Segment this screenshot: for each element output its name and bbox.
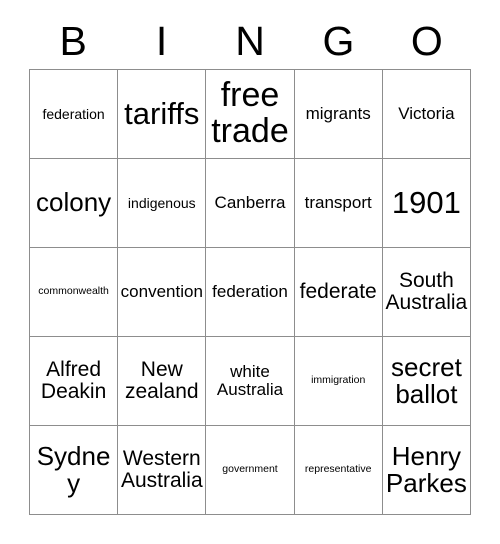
bingo-cell-label: South Australia xyxy=(385,268,468,314)
bingo-header-row: B I N G O xyxy=(29,14,471,69)
bingo-grid: federation tariffs free trade migrants V… xyxy=(29,69,471,515)
bingo-cell-r1c1[interactable]: federation xyxy=(30,70,119,159)
bingo-cell-label: government xyxy=(222,463,278,476)
bingo-cell-label: migrants xyxy=(305,104,371,124)
bingo-cell-label: free trade xyxy=(211,76,289,150)
bingo-cell-r3c2[interactable]: convention xyxy=(118,248,207,337)
bingo-cell-label: Western Australia xyxy=(120,446,203,492)
bingo-cell-r3c1[interactable]: commonwealth xyxy=(30,248,119,337)
bingo-cell-label: immigration xyxy=(311,374,366,387)
bingo-cell-label: convention xyxy=(120,282,203,302)
bingo-cell-label: tariffs xyxy=(124,95,200,131)
bingo-cell-r5c2[interactable]: Western Australia xyxy=(118,426,207,515)
bingo-cell-label: 1901 xyxy=(391,184,461,220)
bingo-cell-r5c3[interactable]: government xyxy=(206,426,295,515)
bingo-cell-label: commonwealth xyxy=(38,285,109,298)
bingo-cell-r2c2[interactable]: indigenous xyxy=(118,159,207,248)
bingo-card: B I N G O federation tariffs free trade … xyxy=(0,0,500,544)
bingo-cell-label: secret ballot xyxy=(390,351,462,409)
bingo-cell-label: Sydney xyxy=(36,440,111,498)
bingo-cell-label: transport xyxy=(304,193,372,213)
bingo-cell-r1c2[interactable]: tariffs xyxy=(118,70,207,159)
bingo-header-letter-g: G xyxy=(322,18,355,64)
bingo-cell-label: federate xyxy=(299,279,377,303)
bingo-cell-label: colony xyxy=(36,187,112,218)
bingo-cell-r4c1[interactable]: Alfred Deakin xyxy=(30,337,119,426)
bingo-cell-label: federation xyxy=(212,282,288,302)
bingo-cell-r5c1[interactable]: Sydney xyxy=(30,426,119,515)
bingo-cell-label: Victoria xyxy=(398,104,455,124)
bingo-cell-r1c3[interactable]: free trade xyxy=(206,70,295,159)
bingo-cell-label: Henry Parkes xyxy=(385,440,467,498)
bingo-cell-r4c2[interactable]: New zealand xyxy=(118,337,207,426)
bingo-cell-r3c4[interactable]: federate xyxy=(294,248,383,337)
bingo-header-letter-n: N xyxy=(235,18,265,64)
bingo-cell-r4c3[interactable]: white Australia xyxy=(206,337,295,426)
bingo-cell-label: representative xyxy=(304,463,372,476)
bingo-cell-r5c5[interactable]: Henry Parkes xyxy=(382,426,471,515)
bingo-cell-r1c4[interactable]: migrants xyxy=(294,70,383,159)
bingo-cell-r3c3[interactable]: federation xyxy=(206,248,295,337)
bingo-header-letter-i: I xyxy=(155,18,168,64)
bingo-cell-r2c4[interactable]: transport xyxy=(294,159,383,248)
bingo-header-letter-o: O xyxy=(410,18,443,64)
bingo-cell-label: Alfred Deakin xyxy=(40,357,107,403)
bingo-cell-label: federation xyxy=(42,105,105,122)
bingo-cell-r4c4[interactable]: immigration xyxy=(294,337,383,426)
bingo-cell-r4c5[interactable]: secret ballot xyxy=(382,337,471,426)
bingo-cell-r3c5[interactable]: South Australia xyxy=(382,248,471,337)
bingo-cell-label: indigenous xyxy=(127,194,196,211)
bingo-cell-r2c1[interactable]: colony xyxy=(30,159,119,248)
bingo-cell-r1c5[interactable]: Victoria xyxy=(382,70,471,159)
bingo-cell-r5c4[interactable]: representative xyxy=(294,426,383,515)
bingo-cell-r2c3[interactable]: Canberra xyxy=(206,159,295,248)
bingo-cell-label: Canberra xyxy=(214,193,286,213)
bingo-cell-r2c5[interactable]: 1901 xyxy=(382,159,471,248)
bingo-header-letter-b: B xyxy=(59,18,87,64)
bingo-cell-label: New zealand xyxy=(125,357,199,403)
bingo-cell-label: white Australia xyxy=(216,362,284,399)
